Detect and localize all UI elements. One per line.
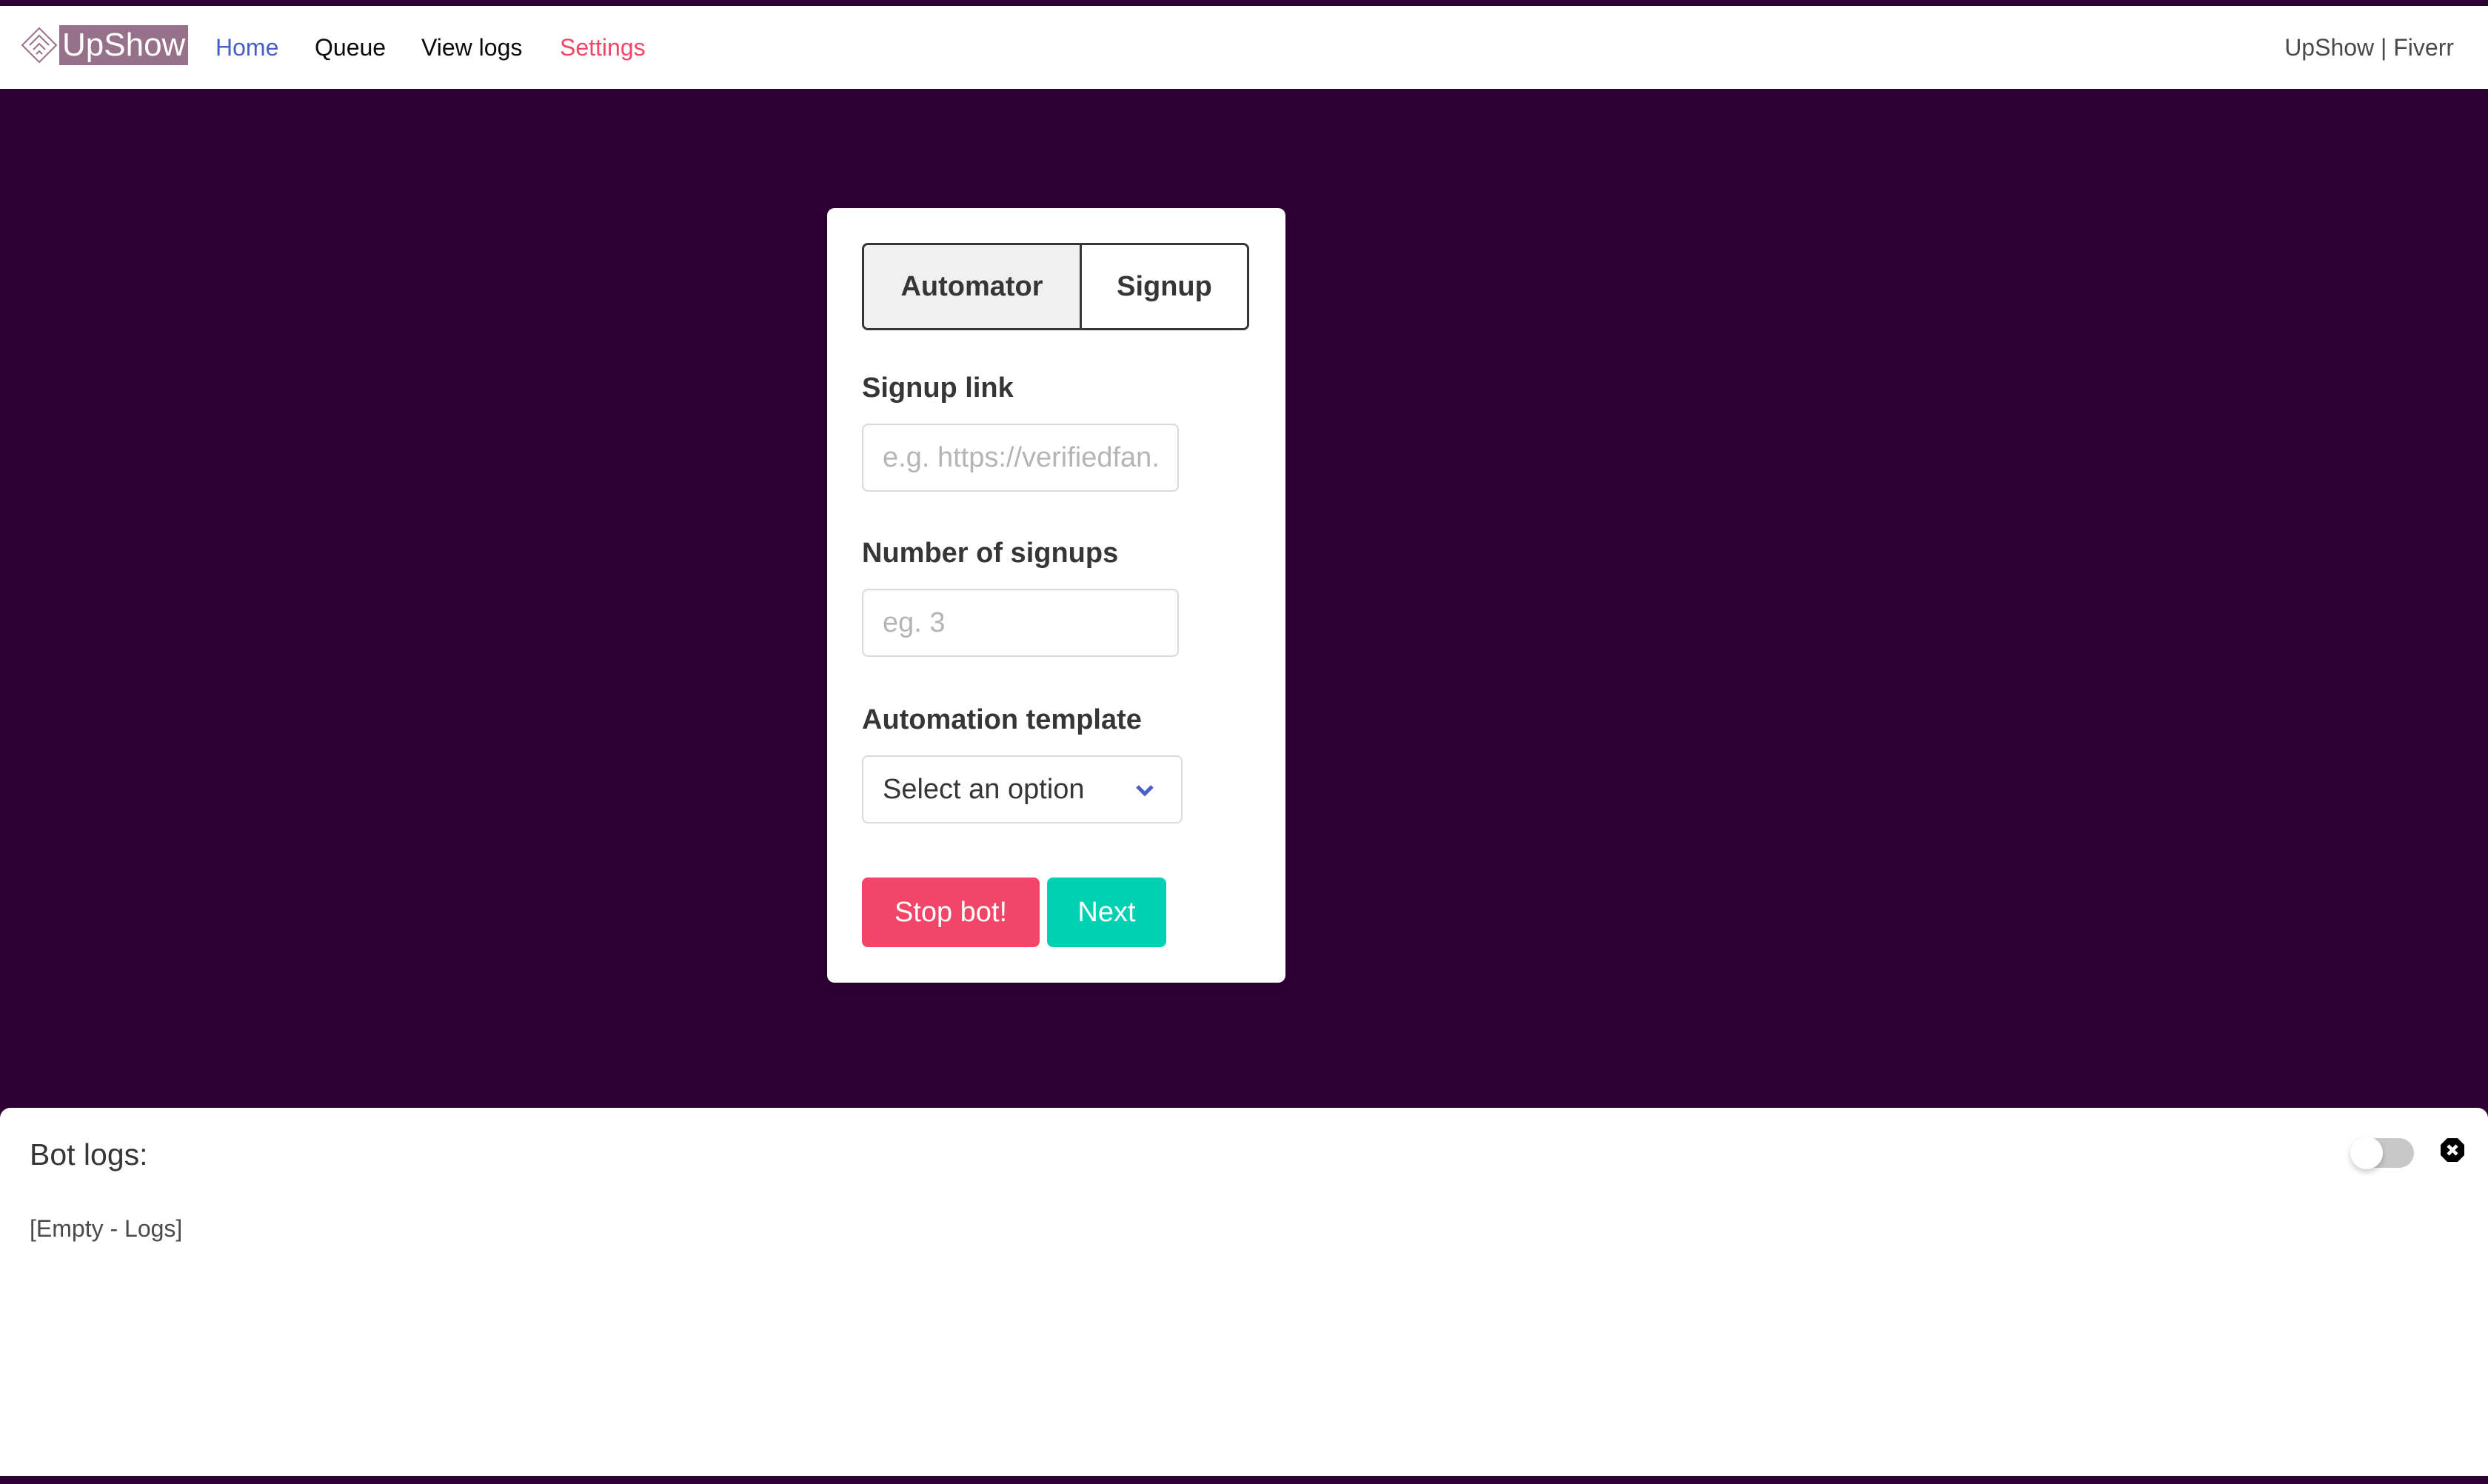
navbar: UpShow Home Queue View logs Settings UpS… xyxy=(0,6,2488,89)
template-select[interactable]: Select an option xyxy=(862,755,1183,823)
nav-account[interactable]: UpShow | Fiverr xyxy=(2284,34,2454,61)
nav-view-logs[interactable]: View logs xyxy=(421,34,522,61)
bot-logs-panel: Bot logs: [Empty - Logs] xyxy=(0,1108,2488,1476)
bot-logs-content: [Empty - Logs] xyxy=(30,1215,183,1242)
stop-bot-button[interactable]: Stop bot! xyxy=(862,878,1040,947)
tab-automator[interactable]: Automator xyxy=(864,245,1082,328)
bot-logs-title: Bot logs: xyxy=(30,1137,148,1172)
logo-text: UpShow xyxy=(59,25,189,65)
nav-settings[interactable]: Settings xyxy=(560,34,646,61)
num-signups-label: Number of signups xyxy=(862,538,1119,569)
signup-link-input[interactable] xyxy=(862,424,1179,492)
num-signups-input[interactable] xyxy=(862,589,1179,657)
nav-home[interactable]: Home xyxy=(215,34,278,61)
template-label: Automation template xyxy=(862,704,1142,735)
logo-diamond-icon xyxy=(21,27,58,64)
toggle-knob xyxy=(2350,1137,2383,1169)
close-icon[interactable] xyxy=(2440,1137,2465,1163)
automator-card: Automator Signup Signup link Number of s… xyxy=(827,208,1285,983)
logs-toggle[interactable] xyxy=(2350,1137,2414,1169)
tab-signup[interactable]: Signup xyxy=(1082,245,1247,328)
signup-link-label: Signup link xyxy=(862,372,1014,404)
tab-group: Automator Signup xyxy=(862,243,1249,330)
chevron-down-icon xyxy=(1136,785,1154,797)
nav-queue[interactable]: Queue xyxy=(315,34,386,61)
logo[interactable]: UpShow xyxy=(21,25,189,65)
next-button[interactable]: Next xyxy=(1047,878,1166,947)
template-selected: Select an option xyxy=(883,773,1085,805)
